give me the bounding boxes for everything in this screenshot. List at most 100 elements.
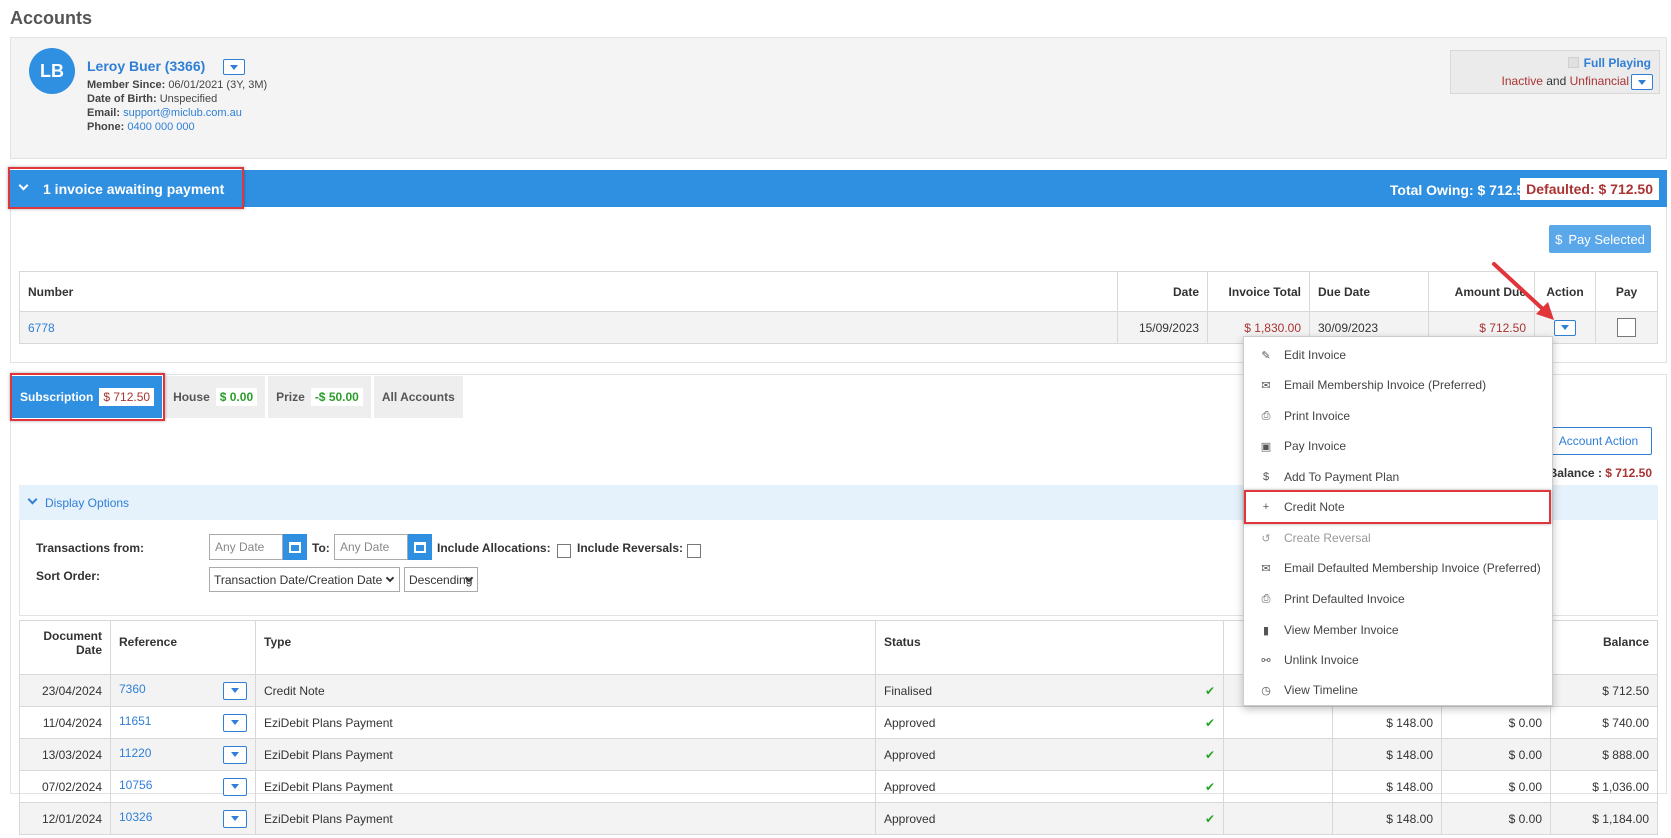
menu-item-pay-invoice[interactable]: ▣ Pay Invoice [1244,431,1552,461]
col-date[interactable]: Date [1117,271,1208,312]
dollar-icon: $ [1262,471,1270,483]
tx-balance: $ 1,036.00 [1550,770,1658,803]
phone-link[interactable]: 0400 000 000 [127,121,194,133]
sort-order-label: Sort Order: [36,569,101,583]
chevron-down-icon [231,752,239,757]
tab-all-accounts[interactable]: All Accounts [373,376,463,418]
reference-link[interactable]: 10326 [119,810,152,824]
membership-category[interactable]: Full Playing [1584,56,1651,70]
account-balance: Balance : $ 712.50 [1548,466,1652,480]
row-action-dropdown[interactable] [223,809,247,828]
invoice-date: 15/09/2023 [1117,311,1208,344]
menu-item-view-member-invoice[interactable]: ▮ View Member Invoice [1244,615,1552,645]
menu-item-print-defaulted-invoice[interactable]: ⎙ Print Defaulted Invoice [1244,584,1552,614]
member-dropdown-button[interactable] [223,59,245,75]
file-icon: ▮ [1262,624,1270,637]
tx-status: Approved ✔ [875,706,1224,739]
tx-status: Approved ✔ [875,802,1224,835]
defaulted-amount: Defaulted: $ 712.50 [1520,178,1659,200]
tx-debit: $ 148.00 [1332,802,1442,835]
col-balance[interactable]: Balance [1550,620,1658,675]
undo-icon: ↺ [1261,532,1271,545]
to-date-input[interactable]: Any Date [334,534,408,560]
tab-amount: $ 0.00 [215,388,258,406]
row-action-dropdown[interactable] [223,777,247,796]
col-status[interactable]: Status [875,620,1224,675]
tx-debit: $ 148.00 [1332,738,1442,771]
sort-order-select[interactable]: Transaction Date/Creation Date [209,567,400,592]
printer-icon: ⎙ [1261,409,1271,422]
col-pay: Pay [1595,271,1658,312]
highlight-box-banner [8,167,244,209]
check-icon: ✔ [1204,715,1215,730]
calendar-icon [289,541,301,553]
col-type[interactable]: Type [255,620,876,675]
invoice-number-link[interactable]: 6778 [28,321,55,335]
chevron-down-icon [1638,79,1646,85]
doc-date: 12/01/2024 [19,802,111,835]
check-icon: ✔ [1204,779,1215,794]
pay-selected-button[interactable]: $ Pay Selected [1549,225,1651,253]
col-number[interactable]: Number [19,271,1118,312]
from-date-input[interactable]: Any Date [209,534,283,560]
tx-type: Credit Note [255,674,876,707]
account-action-button[interactable]: Account Action [1545,427,1652,455]
reference-link[interactable]: 11220 [119,746,151,760]
tx-status: Finalised ✔ [875,674,1224,707]
menu-item-add-to-payment-plan[interactable]: $ Add To Payment Plan [1244,462,1552,492]
tab-prize[interactable]: Prize -$ 50.00 [268,376,371,418]
membership-status-box: Full Playing Inactive and Unfinancial [1450,50,1660,94]
col-reference[interactable]: Reference [110,620,256,675]
chevron-down-icon [231,688,239,693]
sort-direction-select[interactable]: Descending [404,567,478,592]
member-name-link[interactable]: Leroy Buer (3366) [87,58,205,74]
status-checkbox[interactable] [1568,57,1579,68]
avatar: LB [29,48,75,94]
row-action-dropdown[interactable] [223,713,247,732]
chevron-down-icon [385,573,395,583]
from-calendar-button[interactable] [283,534,307,560]
member-email: Email: support@miclub.com.au [87,107,242,119]
total-owing: Total Owing: $ 712.50 [1389,182,1532,198]
envelope-icon: ✉ [1261,562,1271,575]
table-row: 07/02/2024 10756 EziDebit Plans Payment … [19,770,1658,803]
tx-balance: $ 888.00 [1550,738,1658,771]
menu-item-email-defaulted-invoice[interactable]: ✉ Email Defaulted Membership Invoice (Pre… [1244,553,1552,583]
tx-type: EziDebit Plans Payment [255,706,876,739]
col-invoice-total[interactable]: Invoice Total [1207,271,1310,312]
to-calendar-button[interactable] [408,534,432,560]
status-dropdown-button[interactable] [1631,74,1653,90]
reference-link[interactable]: 11651 [119,714,151,728]
row-action-dropdown[interactable] [223,745,247,764]
menu-item-edit-invoice[interactable]: ✎ Edit Invoice [1244,340,1552,370]
tx-credit: $ 0.00 [1441,706,1551,739]
email-link[interactable]: support@miclub.com.au [123,107,242,119]
menu-item-unlink-invoice[interactable]: ⚯ Unlink Invoice [1244,645,1552,675]
reference-link[interactable]: 10756 [119,778,152,792]
table-row: 12/01/2024 10326 EziDebit Plans Payment … [19,802,1658,835]
tx-cell [1223,706,1333,739]
tx-credit: $ 0.00 [1441,770,1551,803]
menu-item-view-timeline[interactable]: ◷ View Timeline [1244,675,1552,705]
transactions-from-label: Transactions from: [36,541,145,555]
member-card: LB Leroy Buer (3366) Member Since: 06/01… [10,37,1667,159]
include-reversals-checkbox[interactable] [687,544,701,558]
calendar-icon [414,541,426,553]
table-row: 13/03/2024 11220 EziDebit Plans Payment … [19,738,1658,771]
chevron-down-icon [1561,325,1569,331]
col-document-date[interactable]: Document Date [19,620,111,675]
row-action-dropdown[interactable] [223,681,247,700]
reference-link[interactable]: 7360 [119,682,146,696]
col-due-date[interactable]: Due Date [1309,271,1429,312]
chevron-down-icon [231,784,239,789]
include-allocations-checkbox[interactable] [557,544,571,558]
dollar-icon: $ [1555,231,1563,247]
menu-item-print-invoice[interactable]: ⎙ Print Invoice [1244,401,1552,431]
invoice-banner[interactable]: 1 invoice awaiting payment Total Owing: … [10,170,1667,207]
tab-house[interactable]: House $ 0.00 [165,376,266,418]
pay-checkbox[interactable] [1617,318,1636,337]
highlight-box-credit-note [1244,490,1551,524]
menu-item-email-membership-invoice[interactable]: ✉ Email Membership Invoice (Preferred) [1244,370,1552,400]
table-row: 11/04/2024 11651 EziDebit Plans Payment … [19,706,1658,739]
page-title: Accounts [10,8,93,28]
